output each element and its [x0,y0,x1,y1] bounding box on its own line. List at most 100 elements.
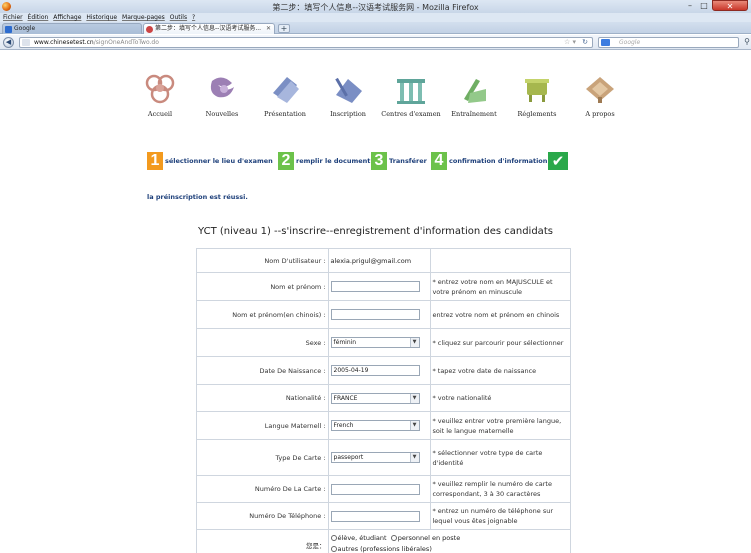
field-hint: * cliquez sur parcourir pour sélectionne… [430,328,571,357]
back-button[interactable]: ◀ [3,37,14,48]
step-1-badge: 1 [147,152,163,170]
field-label: Nationalité : [196,384,329,412]
field-hint: * votre nationalité [430,384,571,412]
new-tab-button[interactable]: + [278,24,290,33]
chevron-down-icon[interactable]: ▼ [409,421,419,430]
address-bar[interactable]: www.chinesetest.cn/signOneAndToTwo.do ☆ … [19,37,593,48]
sexe-select[interactable]: féminin ▼ [330,337,420,348]
tab-chinesetest[interactable]: 第二步：填写个人信息--汉语考试服务... ✕ [143,23,275,34]
step-3-badge: 3 [371,152,387,170]
site-favicon-icon [146,26,153,33]
tab-bar: Google 第二步：填写个人信息--汉语考试服务... ✕ + [0,22,751,34]
nav-centres-examen[interactable]: Centres d'examen [381,63,441,128]
field-hint: * entrez votre nom en MAJUSCULE et votre… [430,272,571,301]
nav-inscription[interactable]: Inscription [318,63,378,128]
search-engine-icon[interactable] [601,39,610,46]
form-row-sexe: Sexe : féminin ▼ * cliquez sur parcourir … [196,328,571,357]
status-option-student[interactable]: élève, étudiant [330,534,387,542]
step-4-label: confirmation d'information [449,157,548,165]
username-label: Nom D'utilisateur : [196,248,329,273]
nav-reglements[interactable]: Réglements [507,63,567,128]
status-option-label: personnel en poste [397,534,461,542]
radio-icon[interactable] [330,546,337,552]
nav-label: Réglements [517,110,557,118]
name-input[interactable] [330,281,420,292]
form-row-chinese-name: Nom et prénom(en chinois) : entrez votre… [196,300,571,329]
tab-label: 第二步：填写个人信息--汉语考试服务... [155,25,262,32]
status-option-other[interactable]: autres (professions libérales) [330,545,432,553]
field-hint: * entrez un numéro de téléphone sur lequ… [430,502,571,530]
nav-presentation[interactable]: Présentation [255,63,315,128]
nav-label: A propos [585,110,615,118]
chevron-down-icon[interactable]: ▼ [409,453,419,462]
form-row-name: Nom et prénom : * entrez votre nom en MA… [196,272,571,301]
language-select[interactable]: French ▼ [330,420,420,431]
form-row-birthdate: Date De Naissance : 2005-04-19 * tapez v… [196,356,571,385]
birthdate-input[interactable]: 2005-04-19 [330,365,420,376]
menu-fichier[interactable]: Fichier [3,13,23,22]
presentation-icon [273,77,299,103]
field-label: Numéro De La Carte : [196,475,329,503]
window-titlebar: 第二步：填写个人信息--汉语考试服务网 - Mozilla Firefox – … [0,0,751,13]
field-label: Langue Maternell : [196,411,329,440]
card-type-select[interactable]: passeport ▼ [330,452,420,463]
tab-label: Google [14,25,36,32]
nav-accueil[interactable]: Accueil [130,63,190,128]
site-navigation: Accueil Nouvelles Présentation Inscripti… [130,63,632,128]
status-option-employed[interactable]: personnel en poste [390,534,461,542]
form-row-nationality: Nationalité : FRANCE ▼ * votre nationalit… [196,384,571,412]
step-2-label: remplir le document [296,157,371,165]
nav-label: Nouvelles [205,110,239,118]
search-bar[interactable]: Google ⚲ [598,37,750,48]
site-identity-icon [22,39,30,46]
menu-marque-pages[interactable]: Marque-pages [122,13,165,22]
radio-icon[interactable] [390,535,397,541]
nav-label: Centres d'examen [381,110,441,118]
field-hint: * sélectionner votre type de carte d'ide… [430,439,571,476]
nav-label: Entraînement [451,110,497,118]
exam-center-icon [397,79,425,104]
form-row-username: Nom D'utilisateur : alexia.prigul@gmail.… [196,248,571,273]
maximize-button[interactable]: □ [698,0,710,11]
field-hint: * veuillez entrer votre première langue,… [430,411,571,440]
phone-input[interactable] [330,510,420,522]
menu-historique[interactable]: Historique [86,13,117,22]
field-label: Numéro De Téléphone : [196,502,329,530]
candidate-form: Nom D'utilisateur : alexia.prigul@gmail.… [196,248,572,553]
window-title: 第二步：填写个人信息--汉语考试服务网 - Mozilla Firefox [272,3,479,12]
chevron-down-icon[interactable]: ▼ [409,393,419,403]
step-4-badge: 4 [431,152,447,170]
minimize-button[interactable]: – [684,0,696,11]
status-option-label: autres (professions libérales) [337,545,432,553]
tab-google[interactable]: Google [2,23,142,34]
menu-outils[interactable]: Outils [170,13,187,22]
field-label: Date De Naissance : [196,356,329,385]
bookmark-star-icon[interactable]: ☆ ▾ [564,38,576,47]
success-message: la préinscription est réussi. [147,193,248,201]
menu-aide[interactable]: ? [192,13,195,22]
close-tab-icon[interactable]: ✕ [266,24,271,34]
menu-edition[interactable]: Édition [28,13,49,22]
chinese-name-input[interactable] [330,309,420,320]
field-label: Nom et prénom : [196,272,329,301]
search-icon[interactable]: ⚲ [744,37,750,46]
search-placeholder: Google [619,39,641,46]
menu-affichage[interactable]: Affichage [53,13,81,22]
nationality-select[interactable]: FRANCE ▼ [330,392,420,404]
reload-icon[interactable]: ↻ [582,38,588,47]
form-title: YCT (niveau 1) --s'inscrire--enregistrem… [198,226,553,237]
nav-a-propos[interactable]: A propos [570,63,630,128]
close-window-button[interactable]: ✕ [712,0,748,11]
step-2-badge: 2 [278,152,294,170]
select-value: féminin [333,339,357,346]
nav-nouvelles[interactable]: Nouvelles [192,63,252,128]
menu-bar: Fichier Édition Affichage Historique Mar… [0,13,751,22]
radio-icon[interactable] [330,535,337,541]
card-number-input[interactable] [330,483,420,495]
form-row-card-number: Numéro De La Carte : * veuillez remplir … [196,475,571,503]
google-favicon-icon [5,26,12,33]
status-option-label: élève, étudiant [337,534,387,542]
username-value: alexia.prigul@gmail.com [327,248,432,273]
chevron-down-icon[interactable]: ▼ [409,338,419,347]
nav-entrainement[interactable]: Entraînement [444,63,504,128]
